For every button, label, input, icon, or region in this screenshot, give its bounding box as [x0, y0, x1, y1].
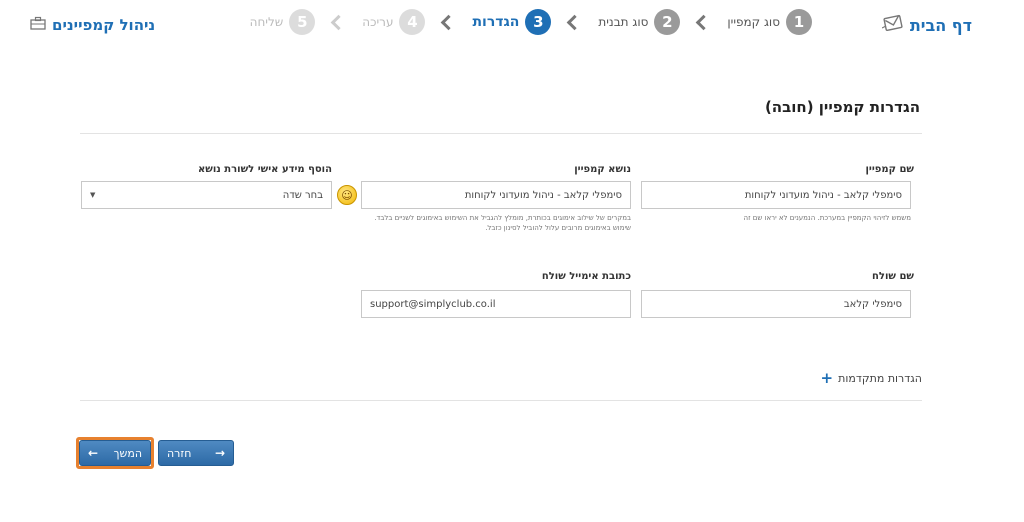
next-button-label: המשך — [113, 446, 142, 460]
chevron-left-icon — [696, 14, 712, 30]
manage-label: ניהול קמפיינים — [52, 15, 156, 34]
wizard-steps: 1 סוג קמפיין 2 סוג תבנית 3 הגדרות 4 עריכ… — [250, 9, 812, 35]
back-button[interactable]: חזרה → — [158, 440, 234, 466]
advanced-settings-toggle[interactable]: הגדרות מתקדמות + — [821, 369, 922, 387]
step-label: עריכה — [362, 15, 394, 29]
step-send: 5 שליחה — [250, 9, 316, 35]
section-title: הגדרות קמפיין (חובה) — [764, 98, 920, 116]
campaign-name-input[interactable]: סימפלי קלאב - ניהול מועדוני לקוחות — [641, 181, 911, 209]
campaign-name-help: משמש לזיהוי הקמפיין במערכת. הנמענים לא י… — [743, 214, 912, 222]
advanced-settings-label: הגדרות מתקדמות — [838, 371, 922, 385]
sender-name-label: שם שולח — [872, 271, 914, 282]
next-button[interactable]: ← המשך — [79, 440, 151, 466]
divider — [80, 400, 922, 401]
sender-email-label: כתובת אימייל שולח — [541, 271, 631, 282]
briefcase-icon — [30, 15, 46, 34]
home-link[interactable]: דף הבית — [881, 14, 972, 36]
plus-icon: + — [820, 369, 834, 387]
step-number: 5 — [289, 9, 316, 35]
step-label: הגדרות — [472, 14, 520, 30]
step-campaign-type[interactable]: 1 סוג קמפיין — [727, 9, 812, 35]
step-label: שליחה — [249, 15, 284, 29]
personalize-label: הוסף מידע אישי לשורת נושא — [198, 164, 332, 175]
home-label: דף הבית — [909, 15, 972, 35]
chevron-left-icon — [567, 14, 583, 30]
subject-input[interactable]: סימפלי קלאב - ניהול מועדוני לקוחות — [361, 181, 631, 209]
step-number: 2 — [654, 9, 681, 35]
step-settings[interactable]: 3 הגדרות — [472, 9, 552, 35]
step-number: 4 — [399, 9, 426, 35]
arrow-left-icon: ← — [88, 446, 99, 460]
chevron-left-icon — [331, 14, 347, 30]
campaign-name-label: שם קמפיין — [865, 164, 914, 175]
emoji-picker-icon[interactable]: ☺ — [337, 185, 357, 205]
campaign-management-link[interactable]: ניהול קמפיינים — [30, 15, 155, 34]
step-number: 3 — [525, 9, 552, 35]
personalize-value: בחר שדה — [282, 189, 323, 201]
chevron-left-icon — [441, 14, 457, 30]
step-label: סוג תבנית — [598, 15, 649, 29]
divider — [80, 133, 922, 134]
subject-help: במקרים של שילוב אימוגים בכותרת, מומלץ לה… — [374, 214, 631, 232]
sender-name-input[interactable]: סימפלי קלאב — [641, 290, 911, 318]
back-button-label: חזרה — [167, 446, 192, 460]
step-edit: 4 עריכה — [362, 9, 426, 35]
caret-down-icon: ▼ — [90, 191, 96, 199]
envelope-icon — [881, 14, 904, 36]
subject-label: נושא קמפיין — [574, 164, 631, 175]
step-number: 1 — [786, 9, 812, 35]
personalize-select[interactable]: בחר שדה ▼ — [81, 181, 332, 209]
sender-email-input[interactable]: support@simplyclub.co.il — [361, 290, 631, 318]
step-template-type[interactable]: 2 סוג תבנית — [598, 9, 681, 35]
arrow-right-icon: → — [214, 446, 225, 460]
step-label: סוג קמפיין — [727, 15, 780, 29]
